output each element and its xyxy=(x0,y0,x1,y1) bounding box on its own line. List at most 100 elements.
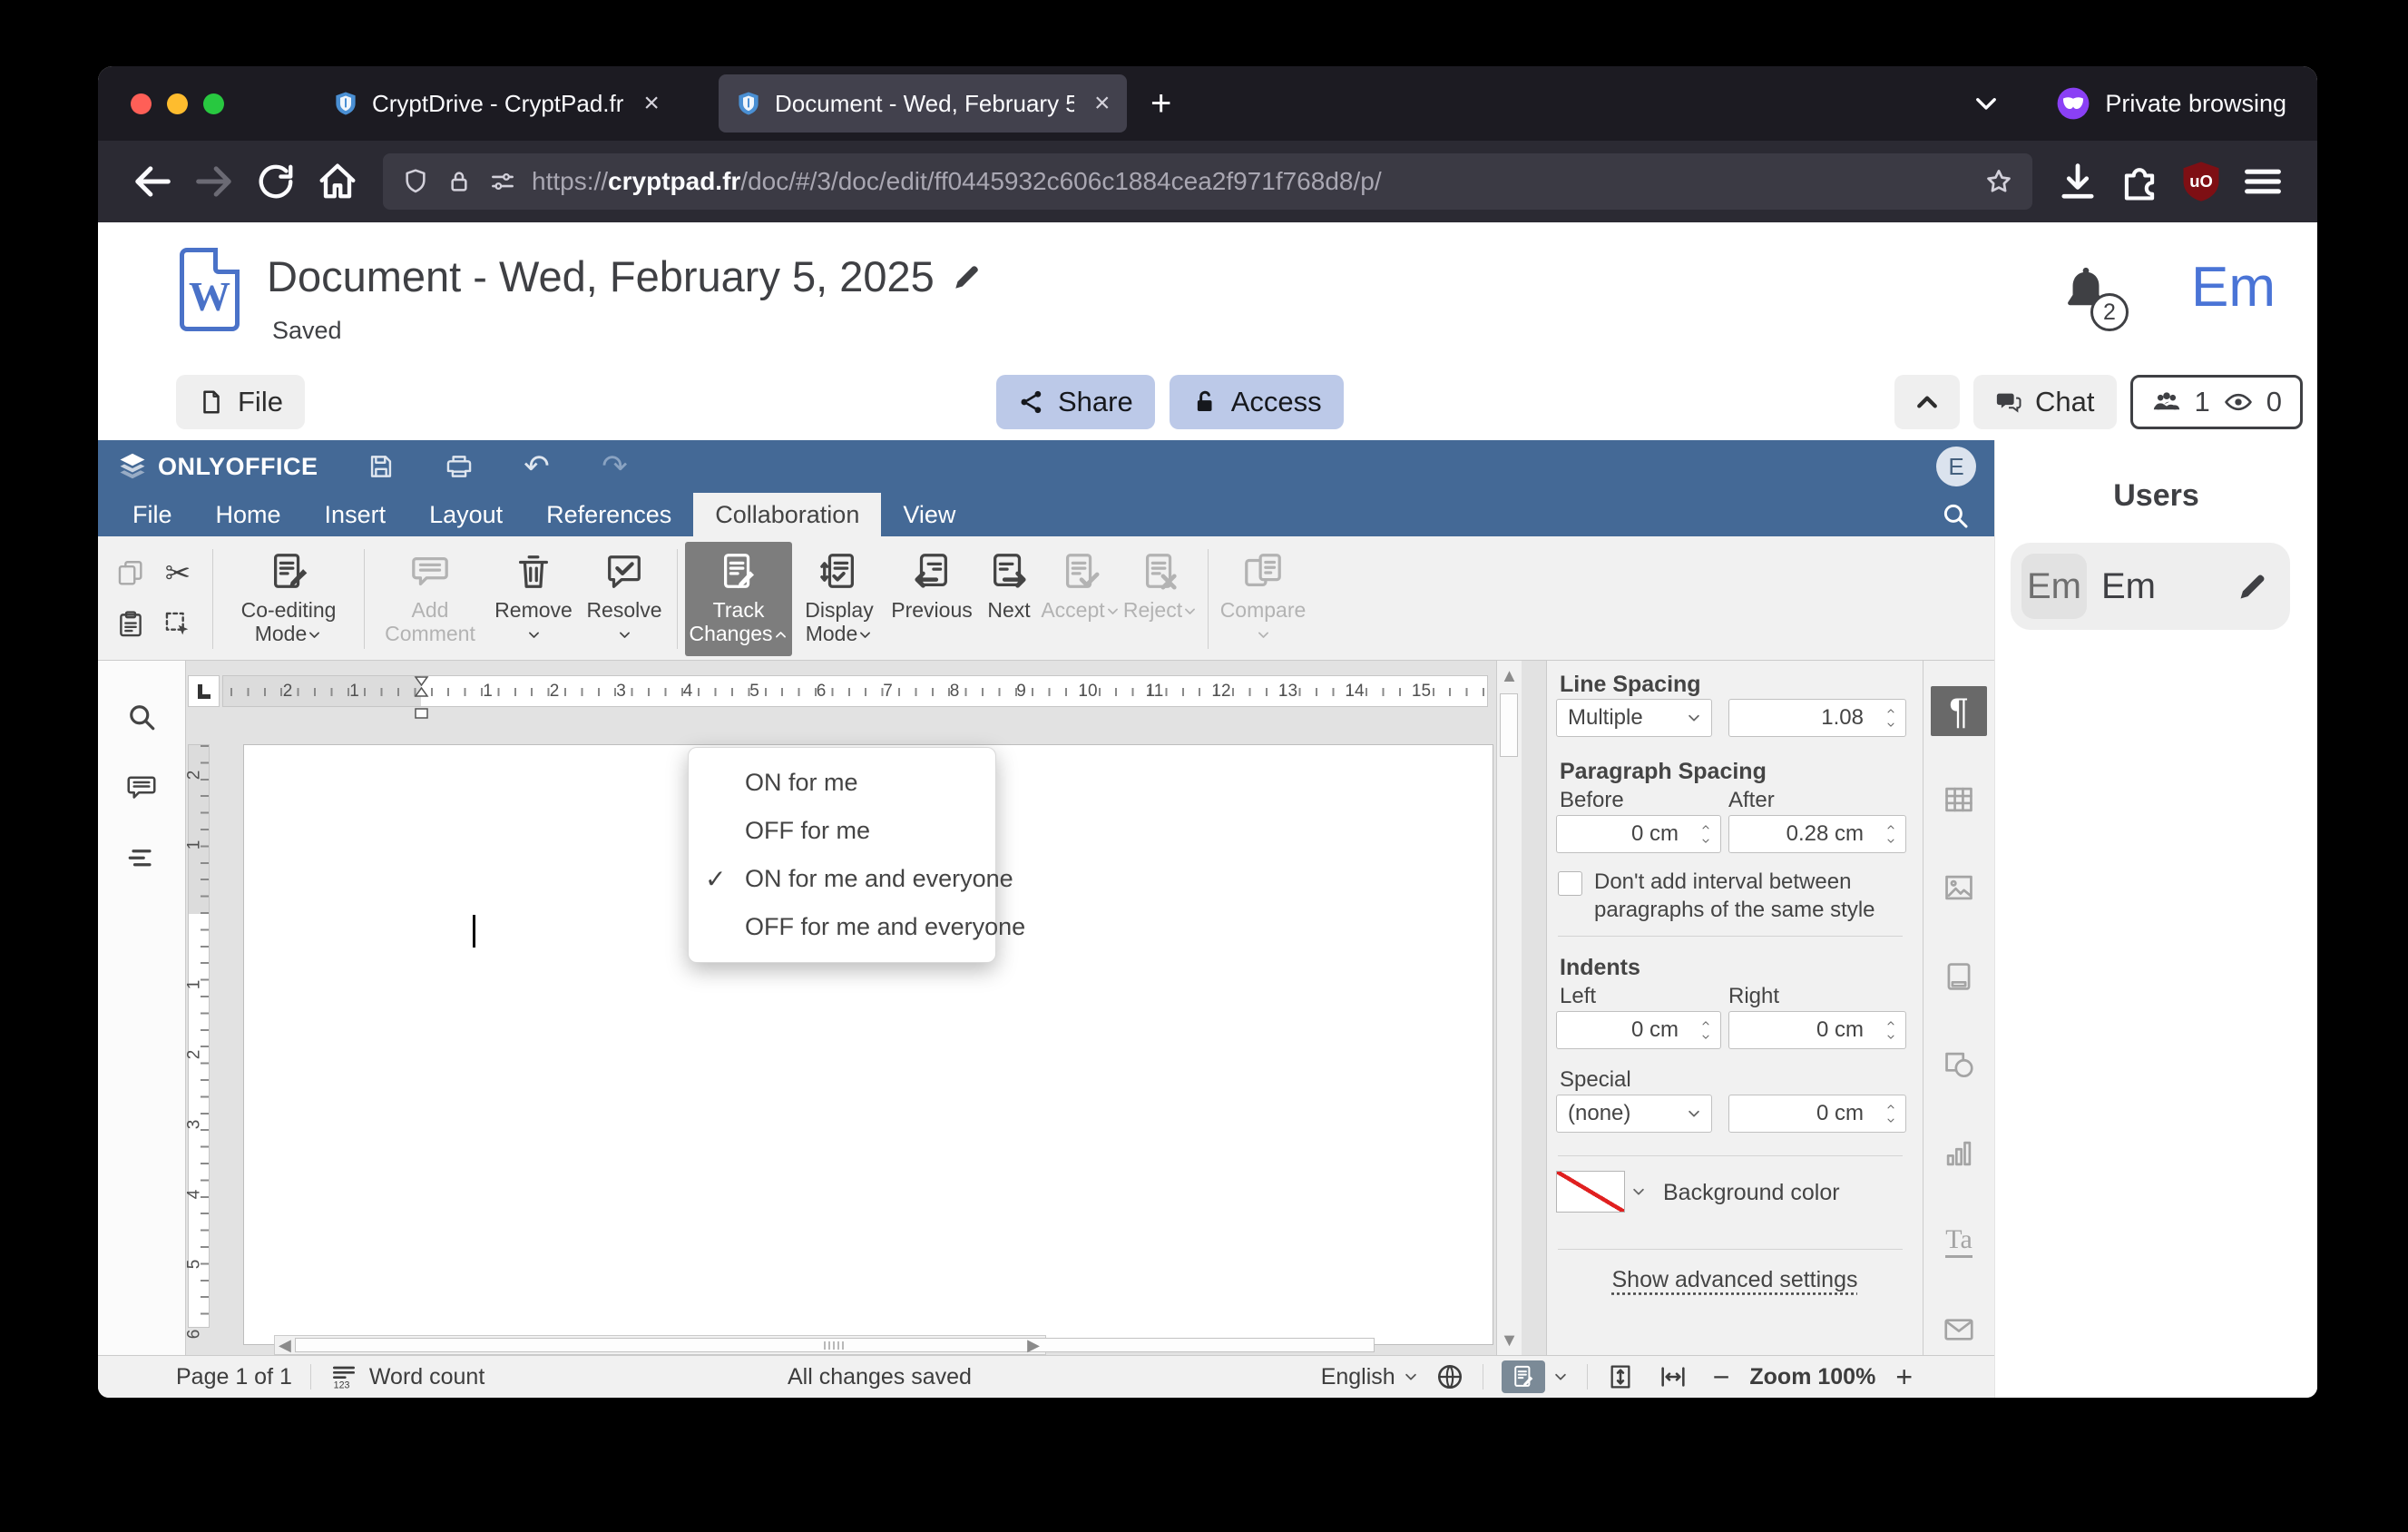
close-window-button[interactable] xyxy=(131,93,152,114)
horizontal-scrollbar[interactable]: ◀ ▶ xyxy=(274,1335,1375,1355)
menu-hamburger-icon[interactable] xyxy=(2239,158,2286,205)
spin-up-icon[interactable] xyxy=(1884,1102,1898,1112)
tracking-shield-icon[interactable] xyxy=(401,167,430,196)
chevron-down-icon[interactable] xyxy=(1552,1369,1569,1385)
textart-settings-tab[interactable]: Ta xyxy=(1931,1216,1987,1266)
background-color-swatch[interactable] xyxy=(1556,1171,1625,1213)
indent-left-field[interactable]: 0 cm xyxy=(1556,1011,1721,1049)
spin-up-icon[interactable] xyxy=(1698,1018,1713,1028)
close-tab-icon[interactable]: × xyxy=(1094,88,1111,119)
spin-down-icon[interactable] xyxy=(1698,836,1713,846)
previous-button[interactable]: Previous xyxy=(886,542,977,656)
spin-up-icon[interactable] xyxy=(1884,1018,1898,1028)
comments-panel-icon[interactable] xyxy=(125,771,158,804)
notifications-bell[interactable]: 2 xyxy=(2058,264,2129,331)
share-button[interactable]: Share xyxy=(996,375,1155,429)
select-all-icon[interactable] xyxy=(162,609,193,640)
scroll-right-arrow[interactable]: ▶ xyxy=(1027,1336,1040,1354)
downloads-icon[interactable] xyxy=(2054,158,2101,205)
spin-down-icon[interactable] xyxy=(1884,720,1898,730)
spacing-before-field[interactable]: 0 cm xyxy=(1556,815,1721,853)
ribbon-tab-home[interactable]: Home xyxy=(194,493,303,536)
permissions-icon[interactable] xyxy=(488,167,517,196)
ribbon-tab-file[interactable]: File xyxy=(111,493,194,536)
document-title[interactable]: Document - Wed, February 5, 2025 xyxy=(267,251,984,301)
background-color-dropdown[interactable] xyxy=(1627,1171,1650,1213)
spin-down-icon[interactable] xyxy=(1884,1032,1898,1042)
vertical-scroll-thumb[interactable] xyxy=(1500,693,1518,757)
menu-item[interactable]: OFF for me xyxy=(689,807,995,855)
back-button[interactable] xyxy=(129,158,176,205)
ribbon-tab-collaboration[interactable]: Collaboration xyxy=(693,493,882,536)
image-settings-tab[interactable] xyxy=(1931,863,1987,913)
chart-settings-tab[interactable] xyxy=(1931,1128,1987,1178)
access-button[interactable]: Access xyxy=(1169,375,1344,429)
forward-button[interactable] xyxy=(191,158,238,205)
fit-width-icon[interactable] xyxy=(1659,1362,1688,1391)
remove-button[interactable]: Remove xyxy=(488,542,579,656)
reload-button[interactable] xyxy=(252,158,299,205)
zoom-in-button[interactable]: + xyxy=(1890,1360,1918,1394)
navigation-panel-icon[interactable] xyxy=(125,842,158,875)
scroll-down-arrow[interactable]: ▼ xyxy=(1497,1331,1522,1351)
advanced-settings-link[interactable]: Show advanced settings xyxy=(1547,1267,1923,1293)
spacing-after-field[interactable]: 0.28 cm xyxy=(1728,815,1906,853)
maximize-window-button[interactable] xyxy=(203,93,224,114)
track-changes-button[interactable]: Track Changes xyxy=(685,542,792,656)
line-spacing-amount[interactable]: 1.08 xyxy=(1728,699,1906,737)
spin-down-icon[interactable] xyxy=(1698,1032,1713,1042)
tab-stop-selector[interactable] xyxy=(188,675,220,707)
print-icon[interactable] xyxy=(444,451,475,482)
undo-icon[interactable]: ↶ xyxy=(522,451,553,482)
interval-checkbox[interactable] xyxy=(1558,871,1582,896)
vertical-ruler[interactable]: 2 1 1 2 3 4 5 6 xyxy=(186,744,210,1339)
menu-item[interactable]: ✓ ON for me and everyone xyxy=(689,855,1013,903)
next-button[interactable]: Next xyxy=(977,542,1041,656)
line-spacing-select[interactable]: Multiple xyxy=(1556,699,1712,737)
editor-user-avatar[interactable]: E xyxy=(1936,447,1976,486)
file-button[interactable]: File xyxy=(176,375,305,429)
presence-counter[interactable]: 1 0 xyxy=(2129,375,2303,429)
paste-icon[interactable] xyxy=(115,609,146,640)
headerfooter-settings-tab[interactable] xyxy=(1931,951,1987,1001)
vertical-scrollbar[interactable]: ▲ ▼ xyxy=(1496,661,1522,1355)
close-tab-icon[interactable]: × xyxy=(643,88,660,119)
spin-up-icon[interactable] xyxy=(1884,706,1898,716)
collapse-toolbar-button[interactable] xyxy=(1894,375,1961,429)
account-avatar[interactable]: Em xyxy=(2191,255,2276,319)
tab-list-chevron-icon[interactable] xyxy=(1971,88,2002,119)
coediting-button[interactable]: Co-editing Mode xyxy=(220,542,357,656)
mailmerge-settings-tab[interactable] xyxy=(1931,1305,1987,1355)
track-changes-status-toggle[interactable] xyxy=(1501,1360,1545,1393)
spellcheck-globe-icon[interactable] xyxy=(1435,1362,1464,1391)
url-text[interactable]: https://cryptpad.fr/doc/#/3/doc/edit/ff0… xyxy=(532,167,1983,196)
edit-name-pencil-icon[interactable] xyxy=(2236,569,2270,604)
fit-page-icon[interactable] xyxy=(1606,1362,1635,1391)
user-card[interactable]: Em Em xyxy=(2011,543,2290,630)
minimize-window-button[interactable] xyxy=(167,93,188,114)
spin-up-icon[interactable] xyxy=(1884,822,1898,832)
word-count-icon[interactable]: 123 xyxy=(329,1362,358,1391)
spin-down-icon[interactable] xyxy=(1884,836,1898,846)
ublock-icon[interactable]: uO xyxy=(2178,158,2225,205)
horizontal-ruler[interactable]: 2 1 1 2 3 4 5 6 7 8 9 10 11 12 13 14 15 xyxy=(222,675,1488,719)
bookmark-star-icon[interactable] xyxy=(1983,166,2014,197)
paragraph-settings-tab[interactable]: ¶ xyxy=(1931,686,1987,737)
lock-icon[interactable] xyxy=(445,167,474,196)
special-amount-field[interactable]: 0 cm xyxy=(1728,1095,1906,1133)
save-icon[interactable] xyxy=(366,451,396,482)
copy-icon[interactable] xyxy=(115,558,146,589)
resolve-button[interactable]: Resolve xyxy=(579,542,670,656)
display-mode-button[interactable]: Display Mode xyxy=(792,542,886,656)
browser-tab[interactable]: CryptDrive - CryptPad.fr × xyxy=(316,74,706,133)
browser-tab[interactable]: Document - Wed, February 5, 2 × xyxy=(719,74,1127,133)
cut-icon[interactable]: ✂ xyxy=(162,556,193,591)
shape-settings-tab[interactable] xyxy=(1931,1040,1987,1090)
table-settings-tab[interactable] xyxy=(1931,774,1987,824)
extensions-icon[interactable] xyxy=(2116,158,2163,205)
ribbon-tab-layout[interactable]: Layout xyxy=(407,493,524,536)
redo-icon[interactable]: ↷ xyxy=(600,451,631,482)
home-button[interactable] xyxy=(314,158,361,205)
ribbon-tab-insert[interactable]: Insert xyxy=(303,493,408,536)
rename-pencil-icon[interactable] xyxy=(951,260,984,293)
